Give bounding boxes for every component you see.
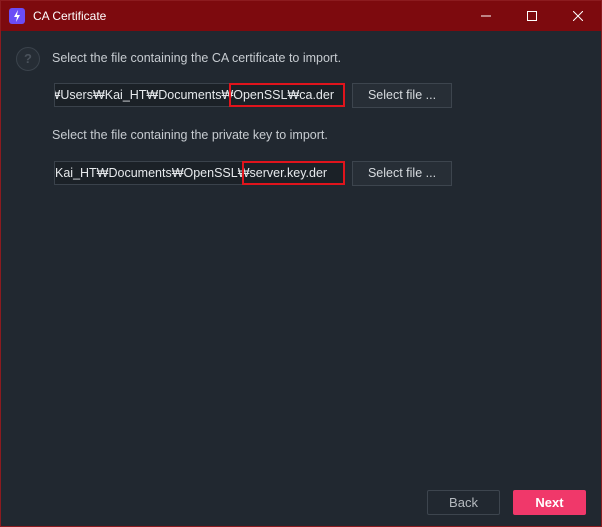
ca-certificate-prompt: Select the file containing the CA certif… xyxy=(52,51,342,65)
ca-certificate-path-value: ₩Users₩Kai_HT₩Documents₩OpenSSL₩ca.der xyxy=(54,88,334,102)
minimize-button[interactable] xyxy=(463,1,509,31)
minimize-icon xyxy=(481,15,491,17)
private-key-path-field[interactable]: Kai_HT₩Documents₩OpenSSL₩server.key.der xyxy=(54,161,344,185)
question-mark-icon[interactable]: ? xyxy=(16,47,40,71)
dialog-window: CA Certificate ? Select the file contain… xyxy=(0,0,602,527)
private-key-path-value: Kai_HT₩Documents₩OpenSSL₩server.key.der xyxy=(55,166,328,180)
maximize-icon xyxy=(527,11,537,21)
next-button[interactable]: Next xyxy=(513,490,586,515)
close-icon xyxy=(573,11,583,21)
dialog-content: ? Select the file containing the CA cert… xyxy=(1,31,601,526)
private-key-prompt: Select the file containing the private k… xyxy=(52,128,328,142)
ca-certificate-path-field[interactable]: ₩Users₩Kai_HT₩Documents₩OpenSSL₩ca.der xyxy=(54,83,344,107)
lightning-bolt-icon xyxy=(9,8,25,24)
title-bar[interactable]: CA Certificate xyxy=(1,1,601,31)
select-key-file-button[interactable]: Select file ... xyxy=(352,161,452,186)
close-button[interactable] xyxy=(555,1,601,31)
back-button[interactable]: Back xyxy=(427,490,500,515)
window-title: CA Certificate xyxy=(33,9,107,23)
select-ca-file-button[interactable]: Select file ... xyxy=(352,83,452,108)
maximize-button[interactable] xyxy=(509,1,555,31)
